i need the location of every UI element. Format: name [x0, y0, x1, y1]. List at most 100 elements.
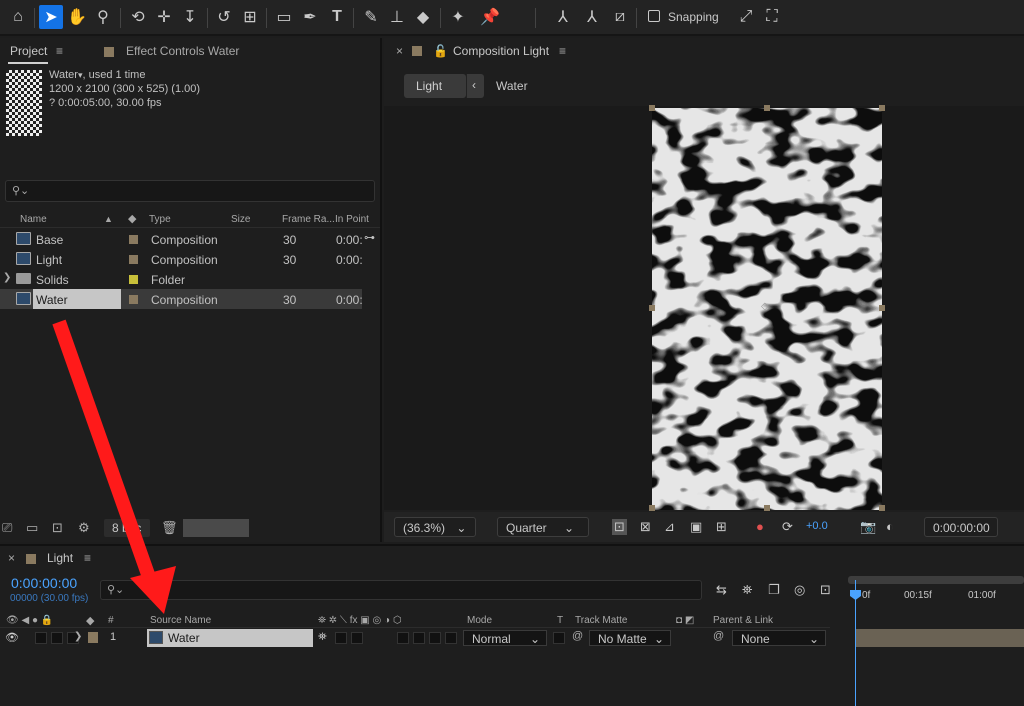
- magnification-dropdown[interactable]: (36.3%) ⌄: [394, 517, 476, 537]
- tab-effect-controls[interactable]: Effect Controls Water: [126, 44, 239, 58]
- show-snapshot-icon[interactable]: ◐: [886, 519, 894, 534]
- resolution-dropdown[interactable]: Quarter ⌄: [497, 517, 589, 537]
- project-item-light[interactable]: Light Composition 30 0:00:: [0, 249, 363, 269]
- new-composition-icon[interactable]: ⊡: [52, 520, 63, 536]
- parent-dropdown[interactable]: None ⌄: [732, 630, 826, 646]
- parent-pick-whip-icon[interactable]: @: [713, 630, 724, 642]
- layer-duration-bar[interactable]: [856, 629, 1024, 647]
- time-ruler[interactable]: 0f 00:15f 01:00f: [848, 578, 1024, 601]
- local-axis-icon[interactable]: ⅄: [551, 5, 575, 29]
- close-tab-icon[interactable]: ×: [8, 551, 15, 565]
- project-item-water[interactable]: Water Composition 30 0:00:: [0, 289, 363, 309]
- transform-handle[interactable]: [649, 105, 655, 111]
- column-t[interactable]: T: [557, 615, 563, 626]
- timeline-search-input[interactable]: ⚲⌄: [100, 580, 702, 600]
- solo-toggle[interactable]: [51, 632, 63, 644]
- flowchart-icon[interactable]: ⊶: [364, 231, 375, 244]
- column-frame-rate[interactable]: Frame Ra...: [282, 214, 335, 225]
- chevron-right-icon[interactable]: ❯: [74, 631, 82, 642]
- frame-blend-switch[interactable]: [397, 632, 409, 644]
- new-folder-icon[interactable]: ▭: [26, 520, 38, 536]
- orbit-camera-icon[interactable]: ⟲: [126, 5, 150, 29]
- transform-handle[interactable]: [649, 505, 655, 511]
- color-channels-icon[interactable]: ●: [756, 519, 764, 534]
- column-track-matte[interactable]: Track Matte: [575, 615, 627, 626]
- project-item-solids[interactable]: ❯ Solids Folder: [0, 269, 362, 289]
- snap-edges-icon[interactable]: ⤢: [734, 5, 758, 29]
- exposure-value[interactable]: +0.0: [806, 520, 828, 532]
- pan-behind-tool-icon[interactable]: ⊞: [238, 5, 262, 29]
- graph-editor-icon[interactable]: ⊡: [820, 582, 831, 598]
- fast-previews-icon[interactable]: ⊡: [612, 519, 627, 535]
- pen-tool-icon[interactable]: ✒: [298, 5, 322, 29]
- zoom-tool-icon[interactable]: ⚲: [91, 5, 115, 29]
- sort-ascending-icon[interactable]: ▲: [104, 214, 113, 224]
- close-tab-icon[interactable]: ×: [396, 44, 403, 58]
- rectangle-tool-icon[interactable]: ▭: [272, 5, 296, 29]
- reset-exposure-icon[interactable]: ⟳: [782, 519, 793, 535]
- column-size[interactable]: Size: [231, 214, 250, 225]
- tab-timeline-light[interactable]: Light: [47, 551, 73, 565]
- transform-handle[interactable]: [764, 505, 770, 511]
- motion-blur-icon[interactable]: ◎: [794, 582, 805, 598]
- breadcrumb-water[interactable]: Water: [496, 79, 528, 93]
- collapse-switch[interactable]: [335, 632, 347, 644]
- quality-switch[interactable]: [351, 632, 363, 644]
- pan-camera-icon[interactable]: ✛: [152, 5, 176, 29]
- eraser-tool-icon[interactable]: ◆: [411, 5, 435, 29]
- comp-current-time[interactable]: 0:00:00:00: [924, 517, 998, 537]
- column-mode[interactable]: Mode: [467, 615, 492, 626]
- interpret-footage-icon[interactable]: ⎚: [2, 520, 12, 536]
- puppet-pin-tool-icon[interactable]: 📌: [478, 5, 502, 29]
- label-color-swatch[interactable]: [129, 235, 138, 244]
- column-in-point[interactable]: In Point: [335, 214, 369, 225]
- layer-label-color[interactable]: [88, 632, 98, 643]
- transform-handle[interactable]: [879, 505, 885, 511]
- type-tool-icon[interactable]: T: [325, 5, 349, 29]
- bit-depth-button[interactable]: 8 bpc: [104, 519, 150, 537]
- region-of-interest-icon[interactable]: ▣: [690, 519, 702, 535]
- track-matte-dropdown[interactable]: No Matte ⌄: [589, 630, 671, 646]
- project-search-input[interactable]: ⚲⌄: [5, 180, 375, 202]
- label-color-swatch[interactable]: [129, 295, 138, 304]
- clone-stamp-tool-icon[interactable]: ⊥: [385, 5, 409, 29]
- trash-icon[interactable]: 🗑: [161, 520, 178, 536]
- blend-mode-dropdown[interactable]: Normal ⌄: [463, 630, 547, 646]
- panel-menu-icon[interactable]: ≡: [56, 44, 63, 58]
- label-color-swatch[interactable]: [129, 275, 138, 284]
- column-name[interactable]: Name: [20, 214, 47, 225]
- column-type[interactable]: Type: [149, 214, 171, 225]
- comp-mini-flowchart-icon[interactable]: ⇆: [716, 582, 727, 598]
- tab-project[interactable]: Project: [10, 44, 47, 58]
- audio-toggle[interactable]: [35, 632, 47, 644]
- roto-brush-tool-icon[interactable]: ✦: [446, 5, 470, 29]
- snapping-checkbox[interactable]: [648, 10, 660, 22]
- panel-menu-icon[interactable]: ≡: [84, 551, 91, 565]
- transform-handle[interactable]: [879, 305, 885, 311]
- 3d-layer-switch[interactable]: [445, 632, 457, 644]
- shy-switch-icon[interactable]: ⛯: [318, 631, 327, 644]
- column-number[interactable]: #: [108, 615, 114, 626]
- project-item-base[interactable]: Base Composition 30 0:00: ⊶: [0, 229, 375, 249]
- label-color-swatch[interactable]: [129, 255, 138, 264]
- pick-whip-icon[interactable]: @: [572, 630, 583, 642]
- project-footer-scroll[interactable]: [183, 519, 249, 537]
- tab-composition[interactable]: Composition Light: [453, 44, 549, 58]
- transform-handle[interactable]: [764, 105, 770, 111]
- mask-visibility-icon[interactable]: ⊿: [664, 519, 675, 535]
- grid-guides-icon[interactable]: ⊞: [716, 519, 727, 535]
- selection-tool-icon[interactable]: ➤: [39, 5, 63, 29]
- motion-blur-switch[interactable]: [413, 632, 425, 644]
- brush-tool-icon[interactable]: ✎: [359, 5, 383, 29]
- composition-viewer[interactable]: ◇: [384, 105, 1024, 511]
- label-tag-icon[interactable]: ◆: [86, 614, 94, 627]
- world-axis-icon[interactable]: ⅄: [580, 5, 604, 29]
- adjustment-switch[interactable]: [429, 632, 441, 644]
- anchor-point-icon[interactable]: ◇: [761, 301, 769, 312]
- snapshot-icon[interactable]: 📷: [860, 519, 876, 535]
- breadcrumb-light[interactable]: Light: [404, 74, 466, 98]
- hand-tool-icon[interactable]: ✋: [65, 5, 89, 29]
- snap-features-icon[interactable]: ⛶: [760, 5, 784, 29]
- transform-handle[interactable]: [879, 105, 885, 111]
- view-axis-icon[interactable]: ⧄: [608, 5, 632, 29]
